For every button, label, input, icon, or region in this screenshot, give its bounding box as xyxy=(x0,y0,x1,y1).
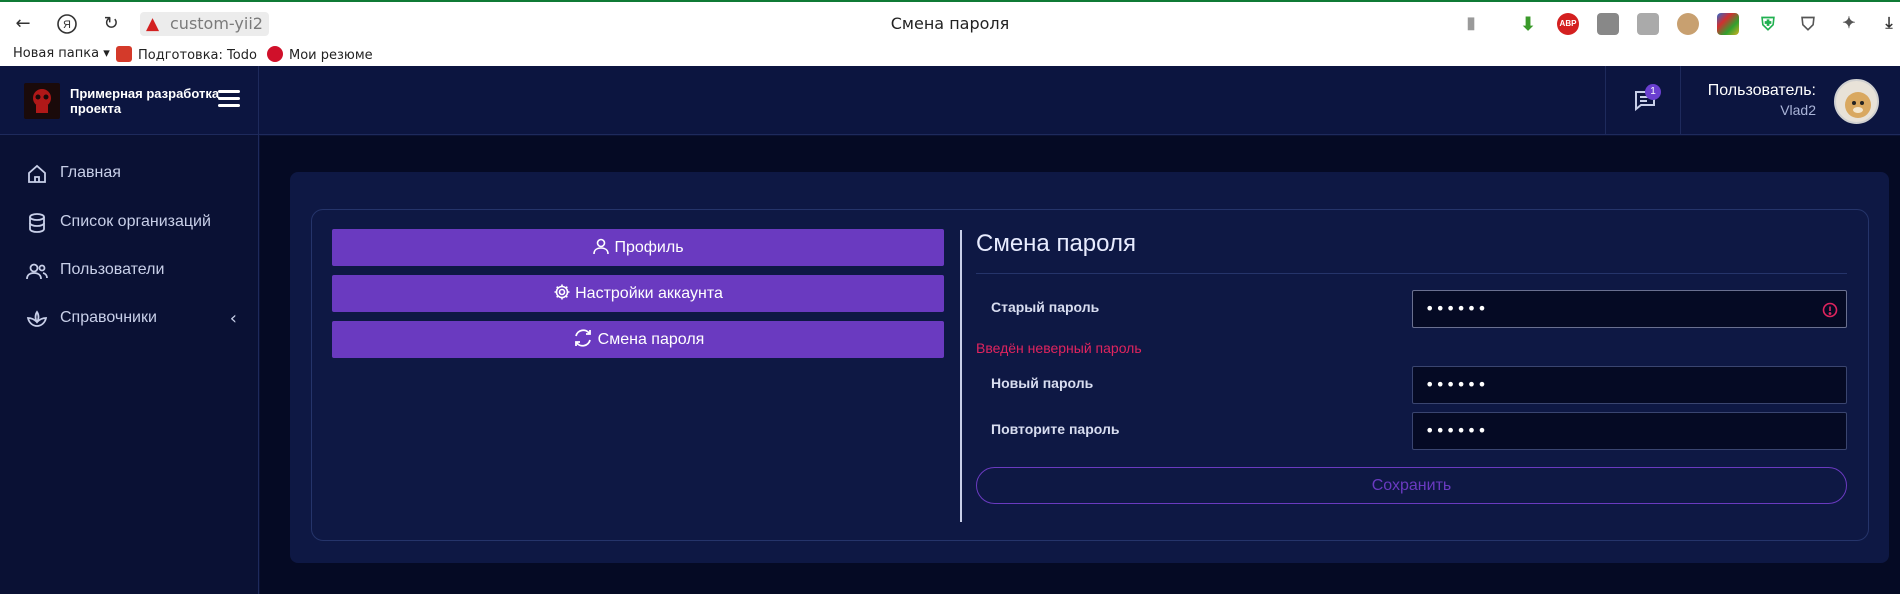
back-icon[interactable]: ← xyxy=(12,13,34,35)
puzzle-icon[interactable]: ✦ xyxy=(1838,13,1860,35)
sidebar-item-organizations[interactable]: Список организаций xyxy=(26,210,241,234)
user-label: Пользователь: xyxy=(1707,82,1816,99)
bookmark-resume[interactable]: Мои резюме xyxy=(267,46,373,63)
brand-title[interactable]: Примерная разработка проекта xyxy=(70,86,220,116)
bookmark-icon[interactable]: ▮ xyxy=(1460,13,1482,35)
ext-gray-icon[interactable] xyxy=(1637,13,1659,35)
new-password-label: Новый пароль xyxy=(991,375,1094,391)
brand: Примерная разработка проекта xyxy=(0,66,259,135)
lotus-icon xyxy=(26,308,48,330)
header-divider xyxy=(1680,66,1681,135)
download-arrow-icon[interactable]: ⤓ xyxy=(1878,13,1900,35)
new-password-field[interactable]: •••••• xyxy=(1412,366,1847,404)
ext-grid-icon[interactable] xyxy=(1717,13,1739,35)
todoist-icon xyxy=(116,46,132,62)
change-password-button-label: Смена пароля xyxy=(597,331,705,348)
svg-text:Я: Я xyxy=(63,19,71,31)
warning-icon: ▲ xyxy=(146,14,160,34)
bookmark-todo[interactable]: Подготовка: Todo xyxy=(116,46,257,63)
old-password-error: Введён неверный пароль xyxy=(976,340,1142,356)
download-icon[interactable]: ⬇ xyxy=(1517,13,1539,35)
chat-badge: 1 xyxy=(1645,84,1661,100)
sidebar-item-label: Список организаций xyxy=(60,213,211,230)
save-button[interactable]: Сохранить xyxy=(976,467,1847,504)
header-divider xyxy=(1605,66,1606,135)
refresh-icon xyxy=(572,326,594,348)
bookmark-label: Мои резюме xyxy=(289,48,373,63)
shield-check-icon[interactable]: ⛨ xyxy=(1757,13,1779,35)
address-bar[interactable]: ▲ custom-yii2 xyxy=(140,12,269,36)
account-settings-button[interactable]: Настройки аккаунта xyxy=(332,275,944,312)
repeat-password-field[interactable]: •••••• xyxy=(1412,412,1847,450)
hh-icon xyxy=(267,46,283,62)
bookmark-folder[interactable]: Новая папка ▾ xyxy=(13,46,110,61)
yandex-icon[interactable]: Я xyxy=(56,13,78,35)
gear-icon xyxy=(553,278,571,300)
sidebar-item-label: Справочники xyxy=(60,309,157,326)
ext-pug-icon[interactable] xyxy=(1677,13,1699,35)
account-settings-button-label: Настройки аккаунта xyxy=(575,285,723,302)
abp-icon[interactable]: ABP xyxy=(1557,13,1579,35)
shield-icon[interactable]: ⛉ xyxy=(1797,13,1819,35)
user-icon xyxy=(592,232,610,255)
old-password-label: Старый пароль xyxy=(991,299,1100,315)
form-title: Смена пароля xyxy=(976,230,1136,257)
home-icon xyxy=(26,163,48,185)
bookmark-label: Новая папка ▾ xyxy=(13,46,110,61)
bookmark-label: Подготовка: Todo xyxy=(138,48,257,63)
sidebar-item-users[interactable]: Пользователи xyxy=(26,258,241,282)
change-password-button[interactable]: Смена пароля xyxy=(332,321,944,358)
reload-icon[interactable]: ↻ xyxy=(100,13,122,35)
sidebar-item-references[interactable]: Справочники ‹ xyxy=(26,306,241,330)
chevron-left-icon[interactable]: ‹ xyxy=(230,308,237,329)
sidebar: Главная Список организаций Пользователи … xyxy=(0,135,259,594)
sidebar-item-label: Главная xyxy=(60,164,121,181)
avatar[interactable] xyxy=(1834,79,1879,124)
browser-toolbar: ← Я ↻ ▲ custom-yii2 Смена пароля ▮ ⬇ ABP… xyxy=(0,0,1900,43)
address-text: custom-yii2 xyxy=(170,14,263,33)
logo-icon[interactable] xyxy=(24,83,60,119)
form-divider xyxy=(976,273,1847,274)
repeat-password-label: Повторите пароль xyxy=(991,421,1120,437)
error-icon xyxy=(1822,302,1838,318)
profile-button[interactable]: Профиль xyxy=(332,229,944,266)
ext-dog-icon[interactable] xyxy=(1597,13,1619,35)
sidebar-item-home[interactable]: Главная xyxy=(26,161,241,185)
old-password-field[interactable]: •••••• xyxy=(1412,290,1847,328)
database-icon xyxy=(26,212,48,234)
sidebar-item-label: Пользователи xyxy=(60,261,165,278)
profile-button-label: Профиль xyxy=(614,239,684,256)
bookmarks-bar: Новая папка ▾ Подготовка: Todo Мои резюм… xyxy=(0,43,1900,66)
app-header: Примерная разработка проекта 1 Пользоват… xyxy=(0,66,1900,135)
users-icon xyxy=(26,260,48,282)
panel-divider xyxy=(960,230,962,522)
user-name[interactable]: Vlad2 xyxy=(1680,102,1816,118)
menu-toggle-icon[interactable] xyxy=(218,90,240,108)
